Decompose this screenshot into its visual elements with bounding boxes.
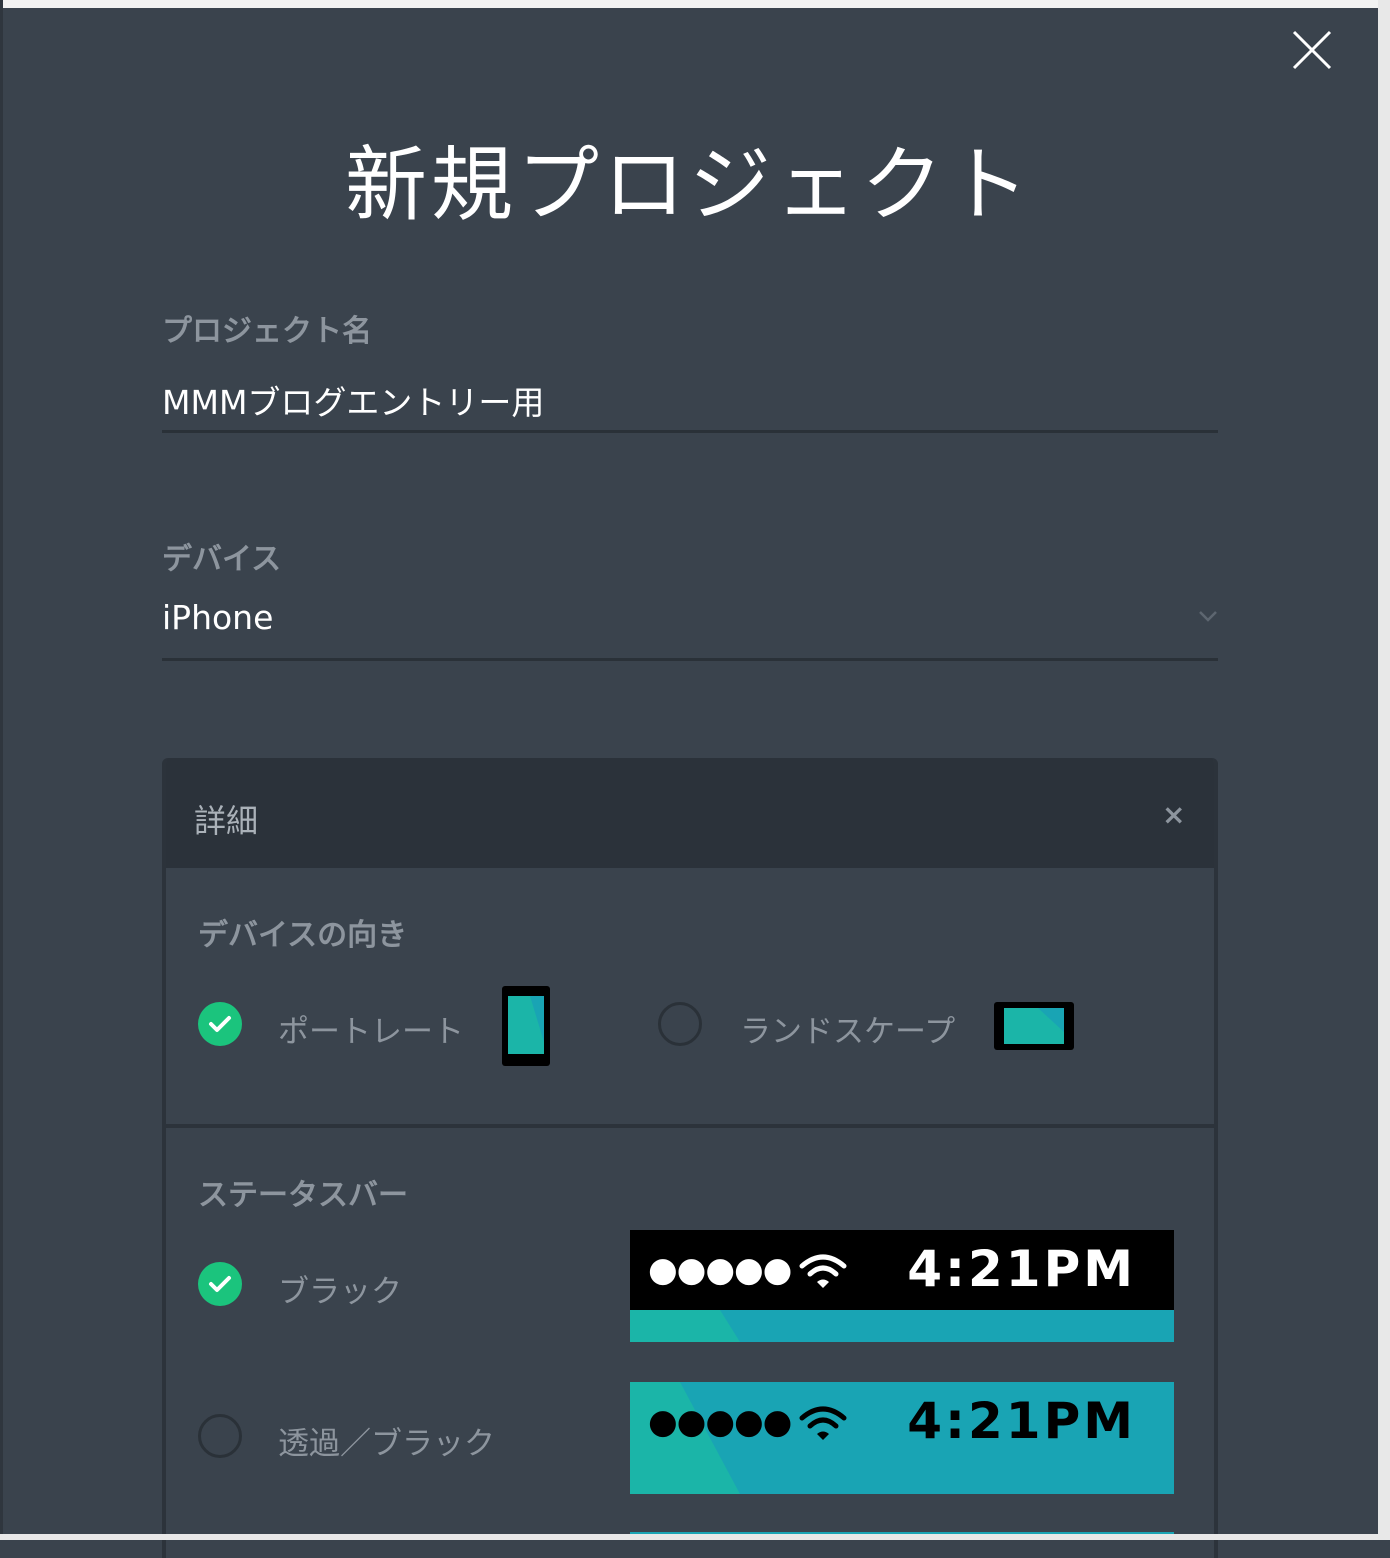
landscape-label[interactable]: ランドスケープ xyxy=(740,1006,955,1051)
project-name-label: プロジェクト名 xyxy=(162,314,372,349)
wifi-icon xyxy=(799,1406,847,1440)
checkmark-icon xyxy=(209,1276,231,1292)
project-name-underline xyxy=(162,430,1218,433)
portrait-label[interactable]: ポートレート xyxy=(278,1006,464,1051)
status-time: 4:21PM xyxy=(907,1240,1136,1298)
portrait-radio[interactable] xyxy=(198,1002,242,1046)
dialog-title: 新規プロジェクト xyxy=(344,138,1033,233)
project-name-input[interactable]: MMMブログエントリー用 xyxy=(162,376,544,424)
details-header[interactable]: 詳細 × xyxy=(166,758,1214,868)
device-underline xyxy=(162,658,1218,661)
window-top-edge xyxy=(0,0,1390,8)
signal-dots: ●●●●● xyxy=(648,1402,792,1442)
status-translucent-preview[interactable]: ●●●●● 4:21PM xyxy=(630,1382,1174,1494)
checkmark-icon xyxy=(209,1016,231,1032)
landscape-phone-icon xyxy=(994,1002,1074,1054)
landscape-radio[interactable] xyxy=(658,1002,702,1046)
device-label: デバイス xyxy=(162,542,282,577)
signal-dots: ●●●●● xyxy=(648,1250,792,1290)
status-time: 4:21PM xyxy=(907,1392,1136,1450)
section-divider xyxy=(166,1124,1214,1128)
status-bar-label: ステータスバー xyxy=(198,1178,408,1213)
close-icon[interactable] xyxy=(1290,28,1334,72)
chevron-down-icon[interactable] xyxy=(1196,606,1220,626)
status-translucent-radio[interactable] xyxy=(198,1414,242,1458)
device-select[interactable]: iPhone xyxy=(162,598,273,637)
portrait-phone-icon xyxy=(502,986,550,1070)
details-collapse-icon[interactable]: × xyxy=(1162,798,1185,831)
status-black-label[interactable]: ブラック xyxy=(278,1266,402,1311)
details-title: 詳細 xyxy=(194,802,259,840)
wifi-icon xyxy=(799,1254,847,1288)
status-black-radio[interactable] xyxy=(198,1262,242,1306)
window-right-edge xyxy=(1378,0,1390,1540)
orientation-label: デバイスの向き xyxy=(198,918,408,953)
window-bottom-edge xyxy=(0,1534,1390,1540)
status-black-preview[interactable]: ●●●●● 4:21PM xyxy=(630,1230,1174,1342)
status-translucent-label[interactable]: 透過／ブラック xyxy=(278,1418,495,1463)
